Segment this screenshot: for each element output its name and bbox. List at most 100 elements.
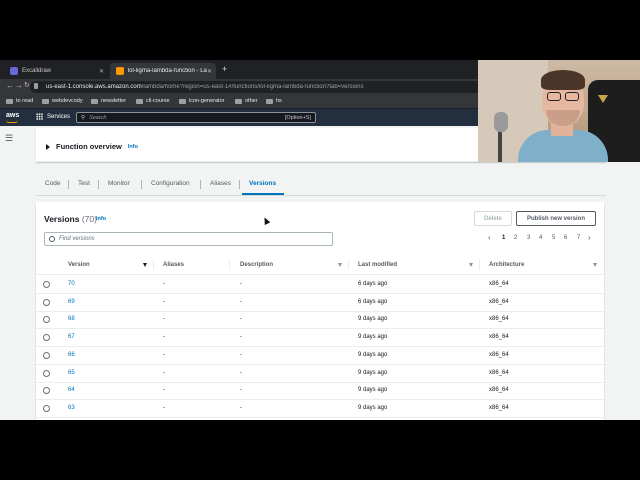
column-last-modified[interactable]: Last modified <box>358 262 397 268</box>
publish-new-version-button[interactable]: Publish new version <box>516 211 596 226</box>
delete-button[interactable]: Delete <box>474 211 512 226</box>
tab-divider <box>68 180 69 189</box>
table-row[interactable]: 65 - - 9 days ago x86_64 <box>36 365 604 383</box>
aws-logo[interactable]: aws <box>6 112 19 123</box>
url-host: us-east-1.console.aws.amazon.com <box>46 84 142 90</box>
sort-icon[interactable] <box>469 263 473 267</box>
version-link[interactable]: 65 <box>68 370 75 376</box>
page-2[interactable]: 2 <box>514 235 517 241</box>
tab-code[interactable]: Code <box>45 180 61 187</box>
new-tab-icon[interactable]: + <box>222 64 227 74</box>
table-row[interactable]: 69 - - 6 days ago x86_64 <box>36 294 604 312</box>
row-select-radio[interactable] <box>43 404 50 412</box>
last-modified-cell: 6 days ago <box>358 281 388 287</box>
versions-info-link[interactable]: Info <box>96 216 106 222</box>
tab-test[interactable]: Test <box>78 180 90 187</box>
hamburger-menu-icon[interactable]: ☰ <box>5 133 13 144</box>
aliases-cell: - <box>163 351 165 358</box>
architecture-cell: x86_64 <box>489 298 509 305</box>
previous-page-icon[interactable]: ‹ <box>488 233 491 242</box>
reload-icon[interactable]: ↻ <box>24 81 30 89</box>
bookmark-cli-course[interactable]: cli-course <box>136 98 170 104</box>
grid-icon <box>36 113 43 120</box>
tab-aliases[interactable]: Aliases <box>210 180 231 187</box>
row-select-radio[interactable] <box>43 387 50 395</box>
architecture-cell: x86_64 <box>489 351 509 358</box>
bookmark-newsletter[interactable]: newsletter <box>91 98 126 104</box>
description-cell: - <box>240 316 242 323</box>
column-description[interactable]: Description <box>240 262 273 268</box>
column-divider <box>229 260 230 270</box>
table-row[interactable]: 64 - - 9 days ago x86_64 <box>36 382 604 401</box>
last-modified-cell: 9 days ago <box>358 351 388 358</box>
browser-tab-excalidraw[interactable]: Excalidraw ✕ <box>4 63 108 79</box>
glasses-icon <box>547 92 561 101</box>
column-architecture[interactable]: Architecture <box>489 262 524 268</box>
forward-icon[interactable]: → <box>15 81 23 90</box>
row-select-radio[interactable] <box>43 334 50 342</box>
url-path: /lambda/home?region=us-east-1#/functions… <box>141 84 364 90</box>
tab-monitor[interactable]: Monitor <box>108 180 130 187</box>
version-link[interactable]: 68 <box>68 316 75 322</box>
search-shortcut-hint: [Option+S] <box>284 114 311 121</box>
page-5[interactable]: 5 <box>552 235 555 241</box>
row-select-radio[interactable] <box>43 298 50 306</box>
active-tab-indicator <box>242 193 284 195</box>
description-cell: - <box>240 369 242 376</box>
page-6[interactable]: 6 <box>564 235 567 241</box>
browser-tab-lambda[interactable]: lol-ligma-lambda-function - La ✕ <box>110 63 216 79</box>
find-versions-input[interactable]: Find versions <box>44 232 333 246</box>
row-select-radio[interactable] <box>43 281 50 288</box>
bookmark-icon-generator[interactable]: icon-generator <box>179 98 224 104</box>
lock-icon <box>34 83 38 89</box>
function-overview-toggle[interactable]: Function overview Info <box>46 142 138 151</box>
close-tab-icon[interactable]: ✕ <box>207 68 212 75</box>
tab-divider <box>239 180 240 189</box>
bookmark-webdevcody[interactable]: webdevcody <box>42 98 83 104</box>
tab-divider <box>200 180 201 189</box>
bookmark-to-read[interactable]: to read <box>6 98 33 104</box>
version-link[interactable]: 66 <box>68 352 75 358</box>
column-version[interactable]: Version <box>68 262 90 268</box>
row-select-radio[interactable] <box>43 351 50 359</box>
page-1[interactable]: 1 <box>502 235 505 241</box>
table-row[interactable]: 68 - - 9 days ago x86_64 <box>36 311 604 330</box>
bookmark-hs[interactable]: hs <box>266 98 282 104</box>
last-modified-cell: 9 days ago <box>358 334 388 341</box>
page-3[interactable]: 3 <box>527 235 530 241</box>
version-link[interactable]: 64 <box>68 387 75 393</box>
table-row[interactable]: 63 - - 9 days ago x86_64 <box>36 400 604 418</box>
table-row[interactable]: 67 - - 9 days ago x86_64 <box>36 329 604 348</box>
version-link[interactable]: 63 <box>68 405 75 411</box>
version-link[interactable]: 70 <box>68 281 75 287</box>
sort-icon[interactable] <box>338 263 342 267</box>
tab-versions[interactable]: Versions <box>249 180 276 187</box>
aliases-cell: - <box>163 334 165 341</box>
bookmark-other[interactable]: other <box>235 98 258 104</box>
version-link[interactable]: 67 <box>68 334 75 340</box>
sort-descending-icon[interactable] <box>143 263 147 267</box>
architecture-cell: x86_64 <box>489 404 509 411</box>
aws-lambda-favicon-icon <box>116 67 124 75</box>
last-modified-cell: 6 days ago <box>358 298 388 305</box>
tab-configuration[interactable]: Configuration <box>151 180 190 187</box>
architecture-cell: x86_64 <box>489 334 509 341</box>
architecture-cell: x86_64 <box>489 281 509 287</box>
version-link[interactable]: 69 <box>68 299 75 305</box>
aws-smile-icon <box>6 120 18 123</box>
row-select-radio[interactable] <box>43 316 50 324</box>
last-modified-cell: 9 days ago <box>358 404 388 411</box>
close-tab-icon[interactable]: ✕ <box>99 68 104 75</box>
aws-search-input[interactable]: ⚲ Search [Option+S] <box>76 112 316 123</box>
next-page-icon[interactable]: › <box>588 233 591 242</box>
sort-icon[interactable] <box>593 263 597 267</box>
table-row[interactable]: 66 - - 9 days ago x86_64 <box>36 347 604 365</box>
back-icon[interactable]: ← <box>6 81 14 90</box>
row-select-radio[interactable] <box>43 369 50 377</box>
page-4[interactable]: 4 <box>539 235 542 241</box>
folder-icon <box>136 98 143 104</box>
page-7[interactable]: 7 <box>577 235 580 241</box>
info-link[interactable]: Info <box>128 144 138 150</box>
table-row[interactable]: 70 - - 6 days ago x86_64 <box>36 276 604 294</box>
services-menu[interactable]: Services <box>36 113 70 120</box>
